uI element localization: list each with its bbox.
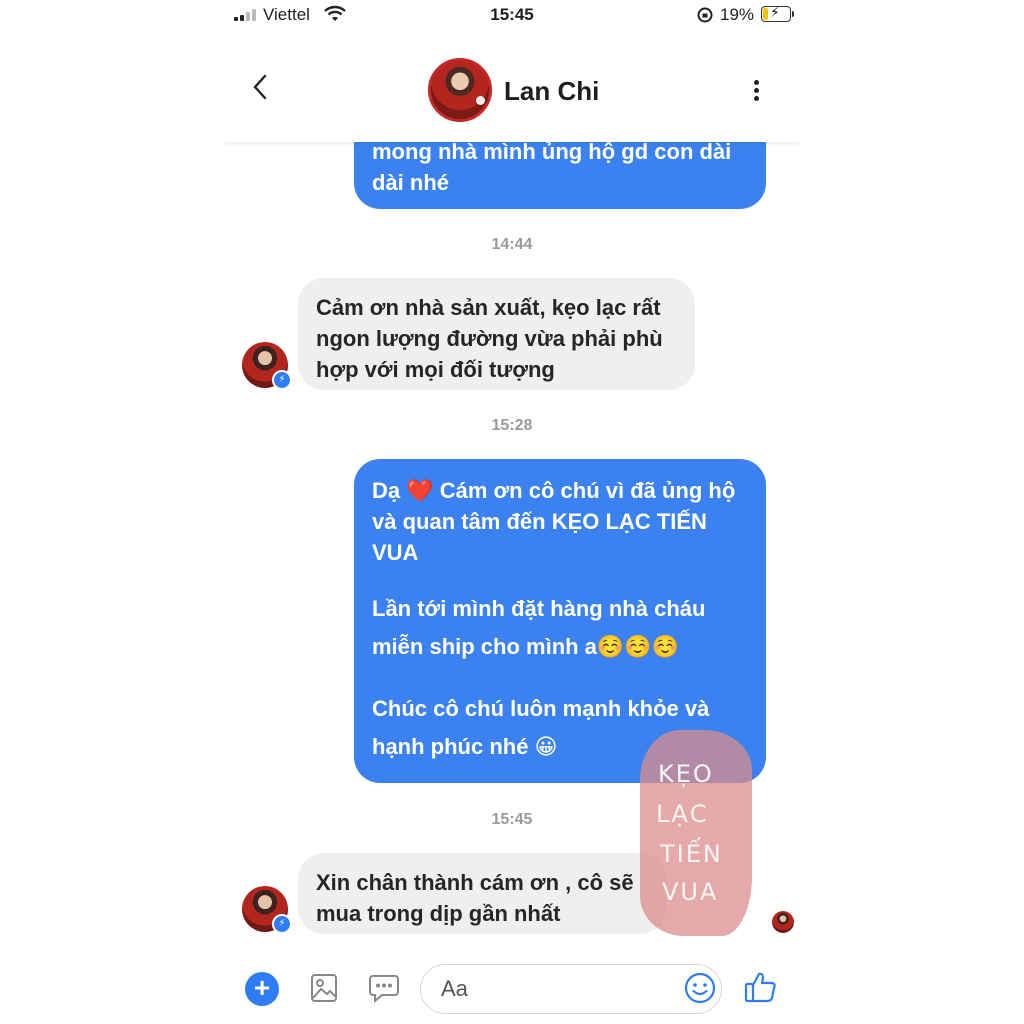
messenger-badge-icon: ⚡ <box>272 914 292 934</box>
message-text: Xin chân thành cám ơn , cô sẽ mua trong … <box>316 870 634 926</box>
svg-text:LẠC: LẠC <box>656 800 709 828</box>
more-options-icon[interactable] <box>754 80 759 101</box>
svg-text:VUA: VUA <box>662 878 718 906</box>
battery-icon: ⚡ <box>761 4 791 22</box>
battery-percent: 19% <box>720 5 755 24</box>
contact-name[interactable]: Lan Chi <box>504 76 599 107</box>
timestamp: 15:28 <box>491 417 533 434</box>
rotation-lock-icon <box>696 6 714 29</box>
message-text: Cảm ơn nhà sản xuất, kẹo lạc rất ngon lư… <box>316 295 663 382</box>
message-text: Lần tới mình đặt hàng nhà cháu miễn ship… <box>372 596 706 659</box>
messenger-badge-icon: ⚡ <box>272 370 292 390</box>
plus-icon[interactable]: + <box>245 972 279 1006</box>
thumbs-up-icon[interactable] <box>744 970 778 1009</box>
contact-avatar[interactable] <box>428 58 492 122</box>
messenger-screen: Viettel 15:45 19% ⚡ Lan Chi mong nhà mìn… <box>224 0 800 1024</box>
svg-text:KẸO: KẸO <box>658 760 714 788</box>
conversation-header: Lan Chi <box>224 30 800 142</box>
message-incoming[interactable]: Xin chân thành cám ơn , cô sẽ mua trong … <box>298 853 666 934</box>
timestamp: 14:44 <box>491 236 533 253</box>
message-incoming[interactable]: Cảm ơn nhà sản xuất, kẹo lạc rất ngon lư… <box>298 278 695 390</box>
message-text: Dạ ❤️ Cám ơn cô chú vì đã ủng hộ và quan… <box>372 478 736 565</box>
sender-avatar[interactable]: ⚡ <box>242 886 292 934</box>
composer-bar: + Aa <box>224 958 800 1024</box>
watermark-stamp: KẸO LẠC TIẾN VUA <box>640 730 752 936</box>
message-input[interactable]: Aa <box>420 964 722 1014</box>
chat-bubble-icon[interactable] <box>368 972 400 1009</box>
status-bar: Viettel 15:45 19% ⚡ <box>224 0 800 30</box>
message-text: mong nhà mình ủng hộ gd con dài dài nhé <box>372 139 732 195</box>
svg-text:TIẾN: TIẾN <box>659 836 723 868</box>
sender-avatar[interactable]: ⚡ <box>242 342 292 390</box>
back-chevron-icon[interactable] <box>252 74 268 107</box>
image-icon[interactable] <box>310 973 338 1008</box>
seen-avatar <box>772 911 794 933</box>
emoji-icon[interactable] <box>684 972 716 1009</box>
message-placeholder: Aa <box>441 976 468 1001</box>
